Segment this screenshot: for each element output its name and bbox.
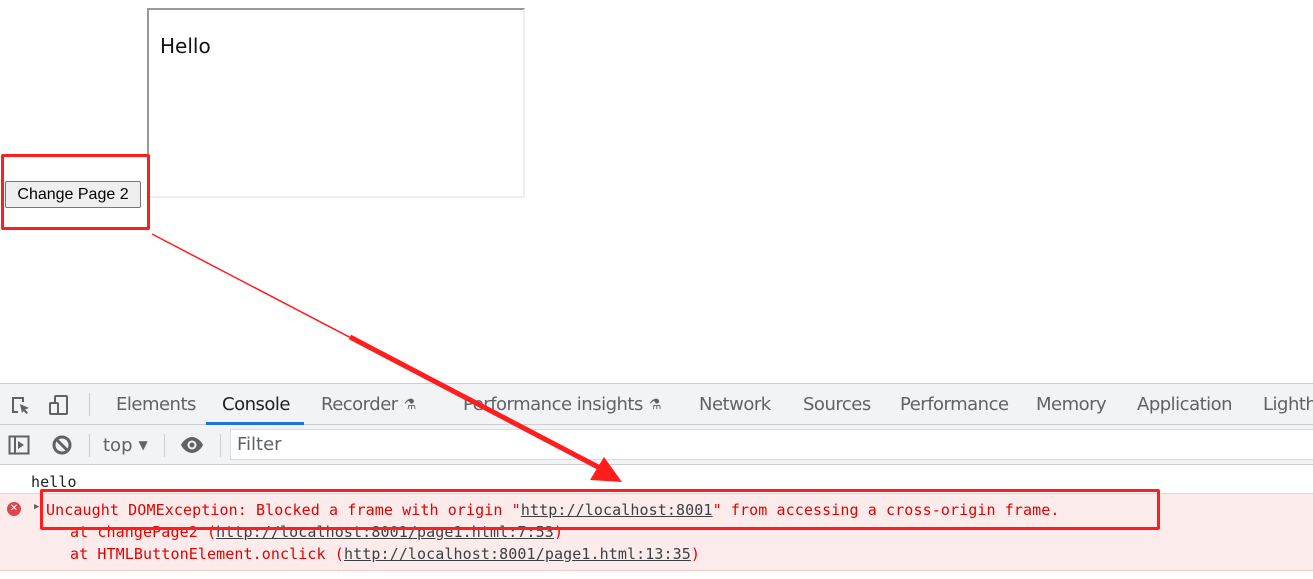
stack-frame-suffix: ) — [690, 545, 701, 563]
tab-network[interactable]: Network — [699, 384, 771, 424]
console-error-message: ✕ ▶ Uncaught DOMException: Blocked a fra… — [0, 493, 1313, 571]
error-icon: ✕ — [7, 502, 21, 516]
tab-sources[interactable]: Sources — [803, 384, 871, 424]
error-suffix: " from accessing a cross-origin frame. — [712, 501, 1060, 519]
tab-performance-insights-label: Performance insights — [463, 394, 643, 415]
console-log-message: hello — [0, 471, 1313, 493]
show-sidebar-icon[interactable] — [8, 434, 30, 456]
stack-frame-text: at changePage2 ( — [70, 523, 217, 541]
tab-lighthouse[interactable]: Lighth — [1263, 384, 1313, 424]
tab-console[interactable]: Console — [222, 384, 290, 424]
context-selector-value: top — [103, 435, 133, 456]
tab-recorder[interactable]: Recorder ⚗ — [321, 384, 416, 424]
tab-performance-insights[interactable]: Performance insights ⚗ — [463, 384, 661, 424]
device-toolbar-icon[interactable] — [48, 394, 70, 416]
stack-frame-text: at HTMLButtonElement.onclick ( — [70, 545, 344, 563]
stack-frame: at HTMLButtonElement.onclick (http://loc… — [70, 545, 700, 563]
devtools-panel: Elements Console Recorder ⚗ Performance i… — [0, 383, 1313, 579]
origin-link[interactable]: http://localhost:8001 — [521, 501, 713, 519]
live-expression-eye-icon[interactable] — [180, 434, 203, 456]
toolbar-divider — [164, 434, 165, 457]
error-prefix: Uncaught DOMException: Blocked a frame w… — [46, 501, 521, 519]
embedded-iframe: Hello — [147, 8, 525, 198]
expand-triangle-icon[interactable]: ▶ — [34, 502, 40, 512]
console-filter-input[interactable]: Filter — [230, 429, 1313, 460]
console-output: hello ✕ ▶ Uncaught DOMException: Blocked… — [0, 465, 1313, 579]
stack-frame-link[interactable]: http://localhost:8001/page1.html:7:53 — [216, 523, 554, 541]
tab-memory[interactable]: Memory — [1036, 384, 1107, 424]
experiment-flask-icon: ⚗ — [648, 397, 662, 413]
devtools-tabbar: Elements Console Recorder ⚗ Performance i… — [0, 383, 1313, 425]
context-selector[interactable]: top ▼ — [103, 425, 148, 465]
toolbar-divider — [89, 393, 90, 416]
console-toolbar: top ▼ Filter — [0, 425, 1313, 465]
clear-console-icon[interactable] — [51, 434, 73, 456]
toolbar-divider — [89, 434, 90, 457]
dropdown-caret-icon: ▼ — [138, 438, 148, 452]
tab-elements[interactable]: Elements — [116, 384, 196, 424]
inspect-element-icon[interactable] — [9, 394, 31, 416]
stack-frame: at changePage2 (http://localhost:8001/pa… — [70, 523, 563, 541]
log-text: hello — [31, 473, 77, 491]
page-viewport: Hello Change Page 2 — [0, 0, 1313, 383]
experiment-flask-icon: ⚗ — [403, 397, 417, 413]
stack-frame-suffix: ) — [553, 523, 564, 541]
stack-frame-link[interactable]: http://localhost:8001/page1.html:13:35 — [344, 545, 691, 563]
error-message-line: Uncaught DOMException: Blocked a frame w… — [46, 501, 1060, 519]
tab-recorder-label: Recorder — [321, 394, 398, 415]
tab-performance[interactable]: Performance — [900, 384, 1009, 424]
toolbar-divider — [220, 434, 221, 457]
iframe-hello-text: Hello — [160, 34, 211, 58]
tab-application[interactable]: Application — [1137, 384, 1233, 424]
change-page-2-button[interactable]: Change Page 2 — [5, 181, 141, 208]
